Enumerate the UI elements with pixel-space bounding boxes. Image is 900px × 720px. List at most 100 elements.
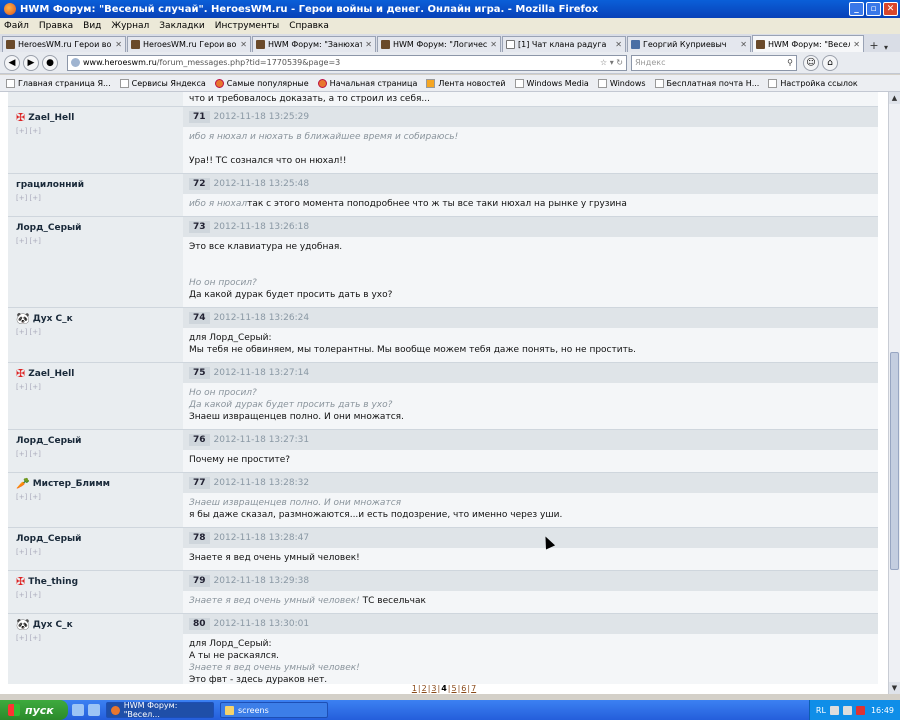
close-button[interactable]: ✕ bbox=[883, 2, 898, 16]
post-number[interactable]: 76 bbox=[189, 434, 210, 446]
page-link[interactable]: 1 bbox=[412, 684, 417, 693]
quicklaunch-icon[interactable] bbox=[72, 704, 84, 716]
post-number[interactable]: 72 bbox=[189, 178, 210, 190]
quicklaunch-icon[interactable] bbox=[88, 704, 100, 716]
tray-icon[interactable] bbox=[855, 705, 865, 715]
close-tab-icon[interactable]: ✕ bbox=[240, 40, 247, 49]
user-name-link[interactable]: грацилонний bbox=[16, 180, 177, 190]
forum-post: 🥕 Мистер_Блимм [+] [+] 77 2012-11-18 13:28:3… bbox=[8, 473, 878, 528]
tray-icon[interactable] bbox=[829, 705, 839, 715]
user-stats[interactable]: [+] [+] bbox=[16, 383, 177, 391]
language-indicator[interactable]: RL bbox=[816, 706, 826, 715]
user-name-link[interactable]: 🐼 Дух С_к bbox=[16, 313, 177, 324]
user-name-link[interactable]: Лорд_Серый bbox=[16, 534, 177, 544]
menu-item[interactable]: Вид bbox=[83, 21, 101, 31]
page-link[interactable]: 3 bbox=[431, 684, 436, 693]
search-icon[interactable]: ⚲ bbox=[787, 58, 793, 67]
bookmark-star-icon[interactable]: ☆ ▾ ↻ bbox=[600, 58, 623, 67]
close-tab-icon[interactable]: ✕ bbox=[365, 40, 372, 49]
bookmark-item[interactable]: Самые популярные bbox=[214, 78, 309, 88]
menu-item[interactable]: Справка bbox=[289, 21, 329, 31]
home-button[interactable]: ⌂ bbox=[822, 54, 838, 71]
post-number[interactable]: 79 bbox=[189, 575, 210, 587]
bookmark-item[interactable]: Настройка ссылок bbox=[768, 78, 858, 88]
taskbar-item-screens[interactable]: screens bbox=[220, 702, 328, 718]
user-stats[interactable]: [+] [+] bbox=[16, 450, 177, 458]
user-stats[interactable]: [+] [+] bbox=[16, 127, 177, 135]
address-bar[interactable]: www.heroeswm.ru/forum_messages.php?tid=1… bbox=[67, 54, 627, 71]
bookmark-item[interactable]: Сервисы Яндекса bbox=[119, 78, 206, 88]
browser-tab[interactable]: Георгий Куприевыч ✕ bbox=[627, 36, 751, 52]
page-link[interactable]: 4 bbox=[441, 684, 447, 693]
user-name-link[interactable]: ✠ Zael_Hell bbox=[16, 368, 177, 379]
browser-tab[interactable]: [1] Чат клана радуга ✕ bbox=[502, 36, 626, 52]
bookmark-item[interactable]: Лента новостей bbox=[426, 78, 506, 88]
scroll-up-icon[interactable]: ▲ bbox=[889, 92, 900, 104]
quote-text: Но он просил? bbox=[189, 388, 257, 398]
bookmark-item[interactable]: Начальная страница bbox=[317, 78, 417, 88]
tray-icon[interactable] bbox=[842, 705, 852, 715]
browser-tab[interactable]: HWM Форум: "Веселый с...✕ bbox=[752, 35, 864, 52]
taskbar-item-firefox[interactable]: HWM Форум: "Весел... bbox=[106, 701, 214, 719]
tab-list-icon[interactable]: ▾ bbox=[881, 43, 891, 52]
user-stats[interactable]: [+] [+] bbox=[16, 634, 177, 642]
bookmark-item[interactable]: Windows Media bbox=[514, 78, 589, 88]
search-input[interactable]: Яндекс ⚲ bbox=[631, 54, 797, 71]
close-tab-icon[interactable]: ✕ bbox=[490, 40, 497, 49]
user-stats[interactable]: [+] [+] bbox=[16, 237, 177, 245]
post-number[interactable]: 71 bbox=[189, 111, 210, 123]
bookmark-item[interactable]: Windows bbox=[597, 78, 646, 88]
menu-item[interactable]: Инструменты bbox=[215, 21, 279, 31]
scroll-down-icon[interactable]: ▼ bbox=[889, 682, 900, 694]
post-number[interactable]: 77 bbox=[189, 477, 210, 489]
browser-tab[interactable]: HeroesWM.ru Герои войн...✕ bbox=[2, 36, 126, 52]
user-stats[interactable]: [+] [+] bbox=[16, 328, 177, 336]
post-number[interactable]: 78 bbox=[189, 532, 210, 544]
forward-button[interactable]: ▶ bbox=[23, 54, 39, 71]
user-stats[interactable]: [+] [+] bbox=[16, 493, 177, 501]
vertical-scrollbar[interactable]: ▲ ▼ bbox=[888, 92, 900, 694]
page-link[interactable]: 6 bbox=[461, 684, 466, 693]
back-button[interactable]: ◀ bbox=[4, 54, 20, 71]
user-stats[interactable]: [+] [+] bbox=[16, 591, 177, 599]
bookmark-item[interactable]: Бесплатная почта Н... bbox=[654, 78, 759, 88]
user-stats[interactable]: [+] [+] bbox=[16, 548, 177, 556]
bookmark-item[interactable]: Главная страница Я... bbox=[6, 78, 111, 88]
user-name-link[interactable]: 🥕 Мистер_Блимм bbox=[16, 478, 177, 489]
browser-tab[interactable]: HeroesWM.ru Герои войн...✕ bbox=[127, 36, 251, 52]
menu-item[interactable]: Файл bbox=[4, 21, 29, 31]
menu-item[interactable]: Закладки bbox=[159, 21, 205, 31]
browser-tab[interactable]: HWM Форум: "Занюхать" ...✕ bbox=[252, 36, 376, 52]
message-text: Это фвт - здесь дураков нет. bbox=[189, 675, 328, 684]
user-name-link[interactable]: Лорд_Серый bbox=[16, 223, 177, 233]
user-cell: ✠ Zael_Hell [+] [+] bbox=[8, 107, 183, 173]
post-number[interactable]: 73 bbox=[189, 221, 210, 233]
minimize-button[interactable]: _ bbox=[849, 2, 864, 16]
post-number[interactable]: 80 bbox=[189, 618, 210, 630]
maximize-button[interactable]: ▫ bbox=[866, 2, 881, 16]
user-stats[interactable]: [+] [+] bbox=[16, 194, 177, 202]
close-tab-icon[interactable]: ✕ bbox=[740, 40, 747, 49]
user-name-link[interactable]: ✠ Zael_Hell bbox=[16, 112, 177, 123]
user-name-link[interactable]: 🐼 Дух С_к bbox=[16, 619, 177, 630]
scroll-thumb[interactable] bbox=[890, 352, 899, 570]
close-tab-icon[interactable]: ✕ bbox=[615, 40, 622, 49]
page-link[interactable]: 7 bbox=[471, 684, 476, 693]
menu-item[interactable]: Правка bbox=[39, 21, 73, 31]
post-number[interactable]: 75 bbox=[189, 367, 210, 379]
start-button[interactable]: пуск bbox=[0, 700, 68, 720]
close-tab-icon[interactable]: ✕ bbox=[115, 40, 122, 49]
home-icon-button[interactable]: ● bbox=[42, 54, 58, 71]
user-name-link[interactable]: ✠ The_thing bbox=[16, 576, 177, 587]
site-identity-icon[interactable] bbox=[71, 58, 80, 67]
new-tab-icon[interactable]: + bbox=[867, 39, 881, 52]
browser-tab[interactable]: HWM Форум: "Логическо...✕ bbox=[377, 36, 501, 52]
page-link[interactable]: 2 bbox=[422, 684, 427, 693]
page-link[interactable]: 5 bbox=[451, 684, 456, 693]
post-body: 78 2012-11-18 13:28:47 Знаете я вед очень … bbox=[183, 528, 878, 570]
close-tab-icon[interactable]: ✕ bbox=[853, 40, 860, 49]
addon-icon[interactable]: ☺ bbox=[803, 54, 819, 71]
menu-item[interactable]: Журнал bbox=[111, 21, 149, 31]
post-number[interactable]: 74 bbox=[189, 312, 210, 324]
user-name-link[interactable]: Лорд_Серый bbox=[16, 436, 177, 446]
